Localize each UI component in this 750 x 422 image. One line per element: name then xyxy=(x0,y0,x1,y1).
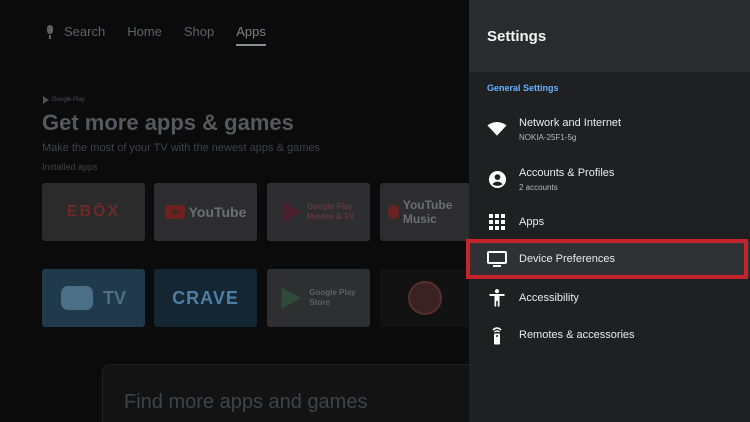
account-circle-icon xyxy=(487,169,507,189)
device-preferences-label: Device Preferences xyxy=(519,253,615,265)
youtube-logo-text: YouTube xyxy=(188,204,247,220)
nav-shop[interactable]: Shop xyxy=(184,24,214,39)
settings-item-network[interactable]: Network and Internet NOKIA-25F1-5g xyxy=(469,109,750,149)
play-store-label: Google Play Store xyxy=(309,288,356,307)
google-play-badge: Google Play xyxy=(43,96,85,104)
remotes-label: Remotes & accessories xyxy=(519,329,635,341)
play-movies-icon xyxy=(282,201,301,223)
settings-header: Settings xyxy=(469,0,750,72)
ebox-logo: EBŌX xyxy=(66,203,121,220)
nav-home-label: Home xyxy=(127,24,162,39)
top-navigation: Search Home Shop Apps xyxy=(44,24,266,46)
tv-app-label: TV xyxy=(102,287,126,308)
accounts-count: 2 accounts xyxy=(519,182,558,192)
apps-grid-icon xyxy=(487,212,507,232)
find-more-apps-label: Find more apps and games xyxy=(124,391,368,413)
app-tile-partial[interactable] xyxy=(380,269,470,327)
general-settings-section-label: General Settings xyxy=(487,83,559,93)
apps-label: Apps xyxy=(519,216,545,228)
wifi-icon xyxy=(487,119,507,139)
settings-item-device-preferences[interactable]: Device Preferences xyxy=(469,241,750,277)
network-label: Network and Internet xyxy=(519,116,622,129)
crave-logo: CRAVE xyxy=(172,287,239,308)
app-tile-play-movies[interactable]: Google Play Movies & TV xyxy=(267,183,370,241)
settings-item-accessibility[interactable]: Accessibility xyxy=(469,283,750,313)
settings-item-remotes[interactable]: Remotes & accessories xyxy=(469,320,750,350)
youtube-music-label: YouTube Music xyxy=(402,198,453,226)
nav-home[interactable]: Home xyxy=(127,24,162,39)
app-logo-icon xyxy=(408,281,442,315)
installed-apps-label: Installed apps xyxy=(42,162,98,172)
settings-item-accounts[interactable]: Accounts & Profiles 2 accounts xyxy=(469,159,750,199)
nav-search[interactable]: Search xyxy=(44,24,105,39)
app-tile-play-store[interactable]: Google Play Store xyxy=(267,269,370,327)
nav-search-label: Search xyxy=(64,24,106,39)
google-play-icon xyxy=(43,96,49,104)
app-tile-crave[interactable]: CRAVE xyxy=(154,269,257,327)
nav-apps-label: Apps xyxy=(236,24,266,39)
app-tile-youtube[interactable]: YouTube xyxy=(154,183,257,241)
google-play-badge-label: Google Play xyxy=(52,97,85,103)
nav-apps[interactable]: Apps xyxy=(236,24,266,46)
tv-app-icon xyxy=(60,286,93,310)
network-ssid: NOKIA-25F1-5g xyxy=(519,132,577,142)
nav-shop-label: Shop xyxy=(183,24,215,39)
apps-subline: Make the most of your TV with the newest… xyxy=(42,142,320,154)
microphone-icon xyxy=(44,24,56,39)
youtube-music-icon xyxy=(388,205,399,219)
play-store-icon xyxy=(281,287,302,309)
accounts-label: Accounts & Profiles xyxy=(519,166,615,179)
apps-headline: Get more apps & games xyxy=(42,110,294,135)
monitor-icon xyxy=(487,249,507,269)
app-tile-youtube-music[interactable]: YouTube Music xyxy=(380,183,470,241)
accessibility-label: Accessibility xyxy=(519,292,579,304)
youtube-icon xyxy=(164,205,185,219)
remote-icon xyxy=(487,325,507,345)
accessibility-icon xyxy=(487,288,507,308)
app-tile-tv[interactable]: TV xyxy=(42,269,145,327)
settings-item-apps[interactable]: Apps xyxy=(469,207,750,237)
play-movies-label: Google Play Movies & TV xyxy=(306,202,355,221)
app-tile-ebox[interactable]: EBŌX xyxy=(42,183,145,241)
settings-title: Settings xyxy=(487,27,547,45)
settings-panel: Settings General Settings Network and In… xyxy=(469,0,750,422)
